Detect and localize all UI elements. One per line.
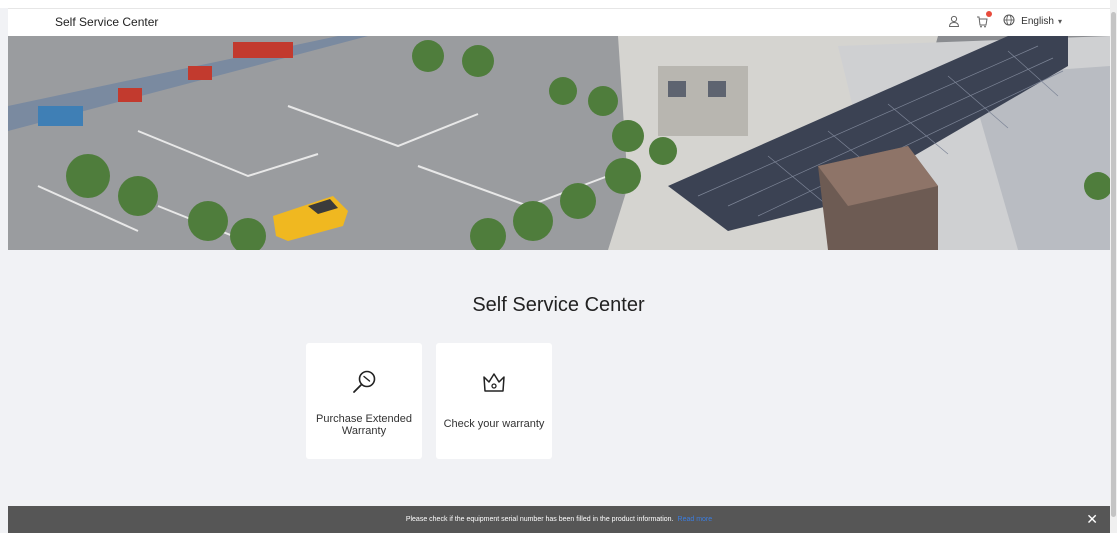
crown-icon (479, 367, 509, 397)
hero-image (8, 36, 1110, 250)
hero-banner (8, 36, 1110, 250)
card-label: Purchase Extended Warranty (315, 413, 412, 437)
purchase-extended-warranty-card[interactable]: Purchase Extended Warranty (306, 343, 422, 459)
read-more-link[interactable]: Read more (678, 516, 713, 523)
cart-icon[interactable] (975, 11, 993, 28)
notice-text: Please check if the equipment serial num… (405, 516, 674, 523)
close-icon[interactable]: ✕ (1086, 511, 1098, 527)
magnifier-icon (349, 367, 379, 397)
cart-badge (986, 11, 993, 17)
brand-title[interactable]: Self Service Center (55, 15, 158, 29)
language-label: English (1021, 15, 1054, 27)
card-label: Check your warranty (443, 418, 545, 430)
scrollbar-thumb[interactable] (1111, 12, 1116, 517)
header-actions: English ▾ (947, 11, 1062, 28)
notice-bar: Please check if the equipment serial num… (8, 506, 1110, 533)
language-selector[interactable]: English ▾ (1003, 14, 1062, 28)
globe-icon (1003, 14, 1017, 28)
page-title: Self Service Center (472, 294, 645, 316)
scrollbar[interactable] (1110, 0, 1117, 533)
check-warranty-card[interactable]: Check your warranty (436, 343, 552, 459)
top-strip (0, 0, 1110, 8)
site-header: Self Service Center English ▾ (8, 8, 1110, 37)
page: Self Service Center English ▾ Self Servi… (0, 0, 1110, 533)
user-icon[interactable] (947, 14, 961, 28)
chevron-down-icon: ▾ (1057, 16, 1062, 26)
